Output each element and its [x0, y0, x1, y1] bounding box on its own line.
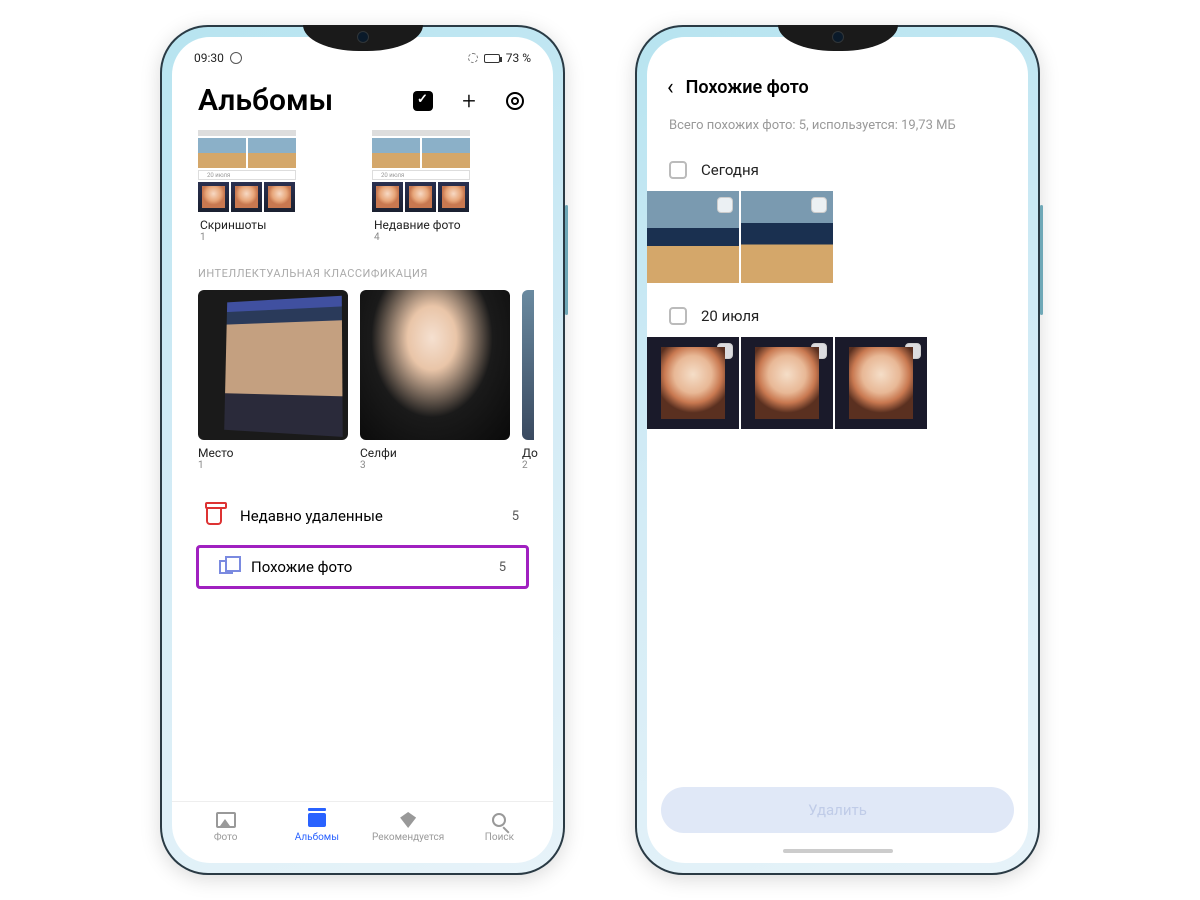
thumb-date: 20 июля	[381, 172, 404, 179]
album-label: Недавние фото	[372, 218, 522, 232]
nav-photos[interactable]: Фото	[186, 812, 266, 843]
class-thumbnail	[360, 290, 510, 440]
delete-button[interactable]: Удалить	[661, 787, 1014, 833]
nav-label: Поиск	[485, 832, 514, 843]
recently-deleted-row[interactable]: Недавно удаленные 5	[184, 491, 541, 541]
class-count: 1	[198, 460, 348, 471]
photo-checkbox[interactable]	[811, 197, 827, 213]
class-count: 2	[522, 460, 536, 471]
check-icon	[413, 91, 433, 111]
photo-item[interactable]	[647, 337, 739, 429]
group-header-today: Сегодня	[647, 155, 1028, 191]
bottom-nav: Фото Альбомы Рекомендуется Поиск	[172, 801, 553, 863]
photo-checkbox[interactable]	[717, 197, 733, 213]
class-thumbnail	[522, 290, 534, 440]
diamond-icon	[400, 812, 416, 828]
gear-icon	[506, 92, 524, 110]
home-indicator	[783, 849, 893, 853]
page-title: Похожие фото	[686, 77, 809, 98]
select-all-today-checkbox[interactable]	[669, 161, 687, 179]
photo-item[interactable]	[741, 191, 833, 283]
nav-albums[interactable]: Альбомы	[277, 812, 357, 843]
similar-photos-row[interactable]: Похожие фото 5	[209, 558, 516, 576]
summary-text: Всего похожих фото: 5, используется: 19,…	[647, 106, 1028, 155]
class-card-place[interactable]: Место 1	[198, 290, 348, 471]
photo-checkbox[interactable]	[905, 343, 921, 359]
phone-right: ‹ Похожие фото Всего похожих фото: 5, ис…	[635, 25, 1040, 875]
add-album-button[interactable]: +	[457, 89, 481, 113]
similar-photos-highlight: Похожие фото 5	[196, 545, 529, 589]
settings-status-icon	[230, 52, 242, 64]
thumb-date: 20 июля	[207, 172, 230, 179]
nav-label: Рекомендуется	[372, 832, 444, 843]
class-count: 3	[360, 460, 510, 471]
battery-percent: 73 %	[506, 51, 531, 65]
back-button[interactable]: ‹	[667, 75, 674, 100]
nav-label: Альбомы	[295, 832, 339, 843]
row-label: Недавно удаленные	[240, 507, 494, 525]
trash-icon	[206, 507, 222, 525]
section-label: ИНТЕЛЛЕКТУАЛЬНАЯ КЛАССИФИКАЦИЯ	[184, 243, 541, 290]
class-card-more[interactable]: До 2	[522, 290, 536, 471]
page-title: Альбомы	[198, 83, 333, 118]
class-label: До	[522, 446, 536, 460]
class-thumbnail	[198, 290, 348, 440]
photo-checkbox[interactable]	[811, 343, 827, 359]
class-label: Место	[198, 446, 348, 460]
album-label: Скриншоты	[198, 218, 348, 232]
settings-button[interactable]	[503, 89, 527, 113]
nav-search[interactable]: Поиск	[459, 812, 539, 843]
battery-icon	[484, 54, 500, 63]
albums-icon	[308, 813, 326, 827]
nav-label: Фото	[214, 832, 238, 843]
row-count: 5	[512, 509, 519, 524]
duplicate-icon	[219, 560, 233, 574]
search-icon	[492, 813, 506, 827]
group-header-july20: 20 июля	[647, 301, 1028, 337]
photo-checkbox[interactable]	[717, 343, 733, 359]
class-label: Селфи	[360, 446, 510, 460]
photo-item[interactable]	[741, 337, 833, 429]
album-recent-photos[interactable]: 20 июля Недавние фото 4	[372, 130, 522, 243]
group-label: Сегодня	[701, 161, 759, 179]
status-time: 09:30	[194, 51, 224, 65]
photo-item[interactable]	[835, 337, 927, 429]
album-screenshots[interactable]: 20 июля Скриншоты 1	[198, 130, 348, 243]
group-label: 20 июля	[701, 307, 759, 325]
class-card-selfie[interactable]: Селфи 3	[360, 290, 510, 471]
phone-left: 09:30 73 % Альбомы +	[160, 25, 565, 875]
photo-icon	[216, 812, 236, 828]
album-count: 1	[198, 232, 348, 243]
row-count: 5	[499, 560, 506, 575]
photo-item[interactable]	[647, 191, 739, 283]
nfc-icon	[468, 53, 478, 63]
header: Альбомы +	[172, 65, 553, 126]
nav-recommended[interactable]: Рекомендуется	[368, 812, 448, 843]
album-count: 4	[372, 232, 522, 243]
select-mode-button[interactable]	[411, 89, 435, 113]
row-label: Похожие фото	[251, 558, 481, 576]
select-all-july20-checkbox[interactable]	[669, 307, 687, 325]
header: ‹ Похожие фото	[647, 65, 1028, 106]
